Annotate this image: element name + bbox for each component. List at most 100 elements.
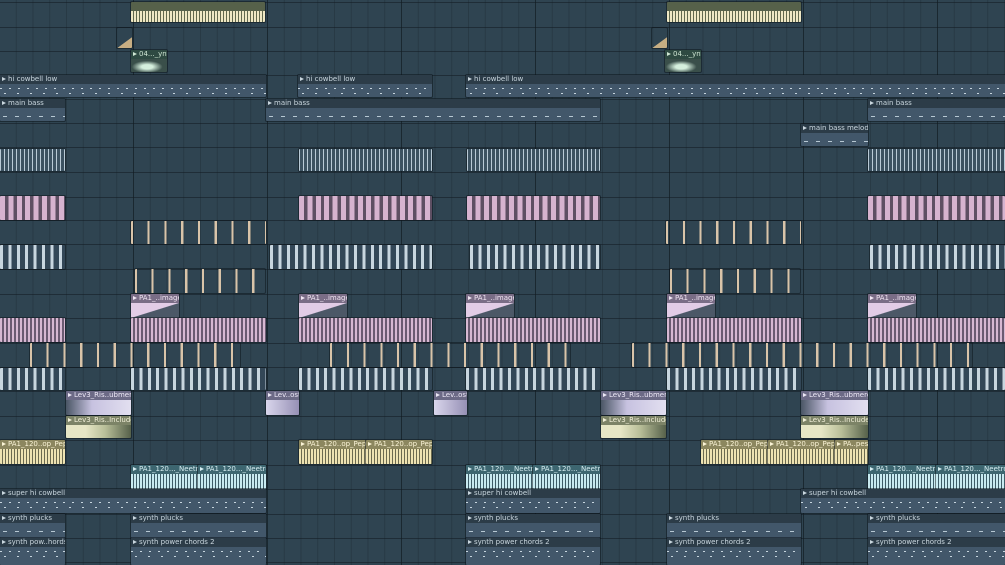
clip-header[interactable]: synth pow..hords 2 [0, 538, 65, 547]
playlist-clip[interactable] [0, 318, 65, 342]
playlist-clip[interactable] [131, 368, 266, 390]
playlist-clip-super-hi-cowbell[interactable]: super hi cowbell [466, 489, 600, 513]
clip-header[interactable]: PA1_120..op_Pepes [299, 440, 366, 449]
playlist-clip[interactable] [466, 318, 600, 342]
clip-header[interactable]: PA1_..image [868, 294, 916, 303]
clip-header[interactable]: 04..._ynth [131, 50, 167, 59]
clip-header[interactable]: PA1_120..op_Pepes [366, 440, 432, 449]
playlist-clip[interactable] [0, 196, 65, 220]
playlist-clip-ynth[interactable]: 04..._ynth [131, 50, 167, 72]
clip-menu-icon[interactable] [133, 52, 137, 56]
playlist-clip-lev3-submerge[interactable]: Lev3_Ris..ubmerge [66, 391, 131, 415]
playlist-clip[interactable] [666, 221, 801, 244]
playlist-clip-main-bass[interactable]: main bass [868, 99, 1005, 121]
clip-menu-icon[interactable] [803, 393, 807, 397]
clip-header[interactable]: main bass [266, 99, 600, 108]
clip-header[interactable]: PA1_120..._Neetro [868, 465, 936, 474]
playlist-clip[interactable] [466, 368, 600, 390]
clip-header[interactable]: Lev3_Ris..Included [601, 416, 666, 425]
clip-menu-icon[interactable] [770, 442, 774, 446]
clip-header[interactable]: PA1_..image [299, 294, 347, 303]
playlist-clip[interactable] [868, 318, 1005, 342]
clip-menu-icon[interactable] [68, 393, 72, 397]
playlist-clip-synth-plucks[interactable]: synth plucks [0, 514, 65, 538]
playlist-clip-lev3-included[interactable]: Lev3_Ris..Included [66, 416, 131, 438]
clip-menu-icon[interactable] [436, 393, 440, 397]
playlist-clip-pa1-image[interactable]: PA1_..image [667, 294, 715, 318]
playlist-clip-lev3-submerge[interactable]: Lev3_Ris..ubmerge [801, 391, 868, 415]
playlist-clip-pa-pes[interactable]: PA..pes [835, 440, 868, 464]
clip-menu-icon[interactable] [2, 101, 6, 105]
playlist-clip[interactable] [299, 149, 432, 171]
clip-header[interactable]: super hi cowbell [466, 489, 600, 498]
playlist-clip-super-hi-cowbell[interactable]: super hi cowbell [0, 489, 266, 513]
playlist-clip-hi-cowbell-low[interactable]: hi cowbell low [466, 75, 1005, 97]
clip-header[interactable]: main bass [0, 99, 65, 108]
playlist-clip[interactable] [131, 318, 266, 342]
playlist-clip-pa1-image[interactable]: PA1_..image [868, 294, 916, 318]
clip-menu-icon[interactable] [468, 516, 472, 520]
clip-menu-icon[interactable] [870, 540, 874, 544]
playlist-clip[interactable] [652, 28, 667, 48]
clip-header[interactable]: hi cowbell low [298, 75, 432, 84]
clip-menu-icon[interactable] [938, 467, 942, 471]
clip-menu-icon[interactable] [870, 516, 874, 520]
playlist-clip-ynth[interactable]: 04..._ynth [665, 50, 701, 72]
clip-menu-icon[interactable] [837, 442, 841, 446]
clip-menu-icon[interactable] [468, 296, 472, 300]
clip-header[interactable]: 04..._ynth [665, 50, 701, 59]
playlist-clip-synth-plucks[interactable]: synth plucks [131, 514, 266, 538]
clip-menu-icon[interactable] [268, 393, 272, 397]
clip-header[interactable]: PA..pes [835, 440, 868, 449]
playlist-clip-synth-pow-hords-2[interactable]: synth pow..hords 2 [0, 538, 65, 565]
playlist-clip[interactable] [470, 245, 600, 269]
playlist-clip[interactable] [30, 343, 240, 367]
clip-menu-icon[interactable] [669, 296, 673, 300]
playlist-clip-main-bass[interactable]: main bass [266, 99, 600, 121]
playlist-clip-pa1-pepes[interactable]: PA1_120..op_Pepes [701, 440, 768, 464]
playlist-clip[interactable] [868, 149, 1005, 171]
playlist-clip-pa1-pepes[interactable]: PA1_120..op_Pepes [299, 440, 366, 464]
playlist-clip-pa1-pepes[interactable]: PA1_120..op_Pepes [0, 440, 65, 464]
playlist-clip-synth-power-chords-2[interactable]: synth power chords 2 [667, 538, 801, 565]
clip-menu-icon[interactable] [803, 418, 807, 422]
clip-header[interactable]: PA1_120..op_Pepes [701, 440, 768, 449]
clip-header[interactable]: main bass [868, 99, 1005, 108]
clip-menu-icon[interactable] [133, 540, 137, 544]
clip-header[interactable]: Lev3_Ris..ubmerge [66, 391, 131, 400]
clip-menu-icon[interactable] [870, 296, 874, 300]
clip-header[interactable]: synth power chords 2 [868, 538, 1005, 547]
clip-header[interactable]: PA1_120..._Neetro [466, 465, 533, 474]
playlist-clip[interactable] [135, 269, 265, 293]
clip-menu-icon[interactable] [268, 101, 272, 105]
clip-header[interactable]: Lev3_Ris..ubmerge [801, 391, 868, 400]
clip-header[interactable]: synth power chords 2 [667, 538, 801, 547]
playlist-clip[interactable] [117, 28, 132, 48]
playlist-clip-pa1-neetro[interactable]: PA1_120..._Neetro [868, 465, 936, 489]
clip-menu-icon[interactable] [468, 77, 472, 81]
playlist-clip[interactable] [0, 149, 65, 171]
clip-header[interactable]: hi cowbell low [466, 75, 1005, 84]
clip-header[interactable]: PA1_120..._Neetro [936, 465, 1005, 474]
clip-header[interactable]: Lev3_Ris..Included [66, 416, 131, 425]
clip-header[interactable]: synth plucks [0, 514, 65, 523]
playlist-clip-synth-power-chords-2[interactable]: synth power chords 2 [131, 538, 266, 565]
clip-header[interactable]: PA1_120..._Neetro [198, 465, 266, 474]
playlist-clip[interactable] [330, 343, 570, 367]
clip-menu-icon[interactable] [133, 296, 137, 300]
playlist-clip[interactable] [299, 318, 432, 342]
clip-header[interactable]: PA1_120..op_Pepes [768, 440, 835, 449]
playlist-clip[interactable] [131, 2, 265, 22]
clip-menu-icon[interactable] [870, 101, 874, 105]
clip-header[interactable]: PA1_..image [667, 294, 715, 303]
clip-header[interactable]: synth power chords 2 [466, 538, 600, 547]
playlist-arrangement-area[interactable]: 04..._ynth 04..._ynthhi cowbell low hi cow… [0, 0, 1005, 565]
clip-header[interactable]: PA1_120..op_Pepes [0, 440, 65, 449]
playlist-clip-lev3-included[interactable]: Lev3_Ris..Included [801, 416, 868, 438]
playlist-clip-pa1-neetro[interactable]: PA1_120..._Neetro [533, 465, 600, 489]
clip-header[interactable]: super hi cowbell [801, 489, 1005, 498]
clip-menu-icon[interactable] [301, 296, 305, 300]
playlist-clip-main-bass[interactable]: main bass [0, 99, 65, 121]
clip-menu-icon[interactable] [200, 467, 204, 471]
clip-menu-icon[interactable] [535, 467, 539, 471]
